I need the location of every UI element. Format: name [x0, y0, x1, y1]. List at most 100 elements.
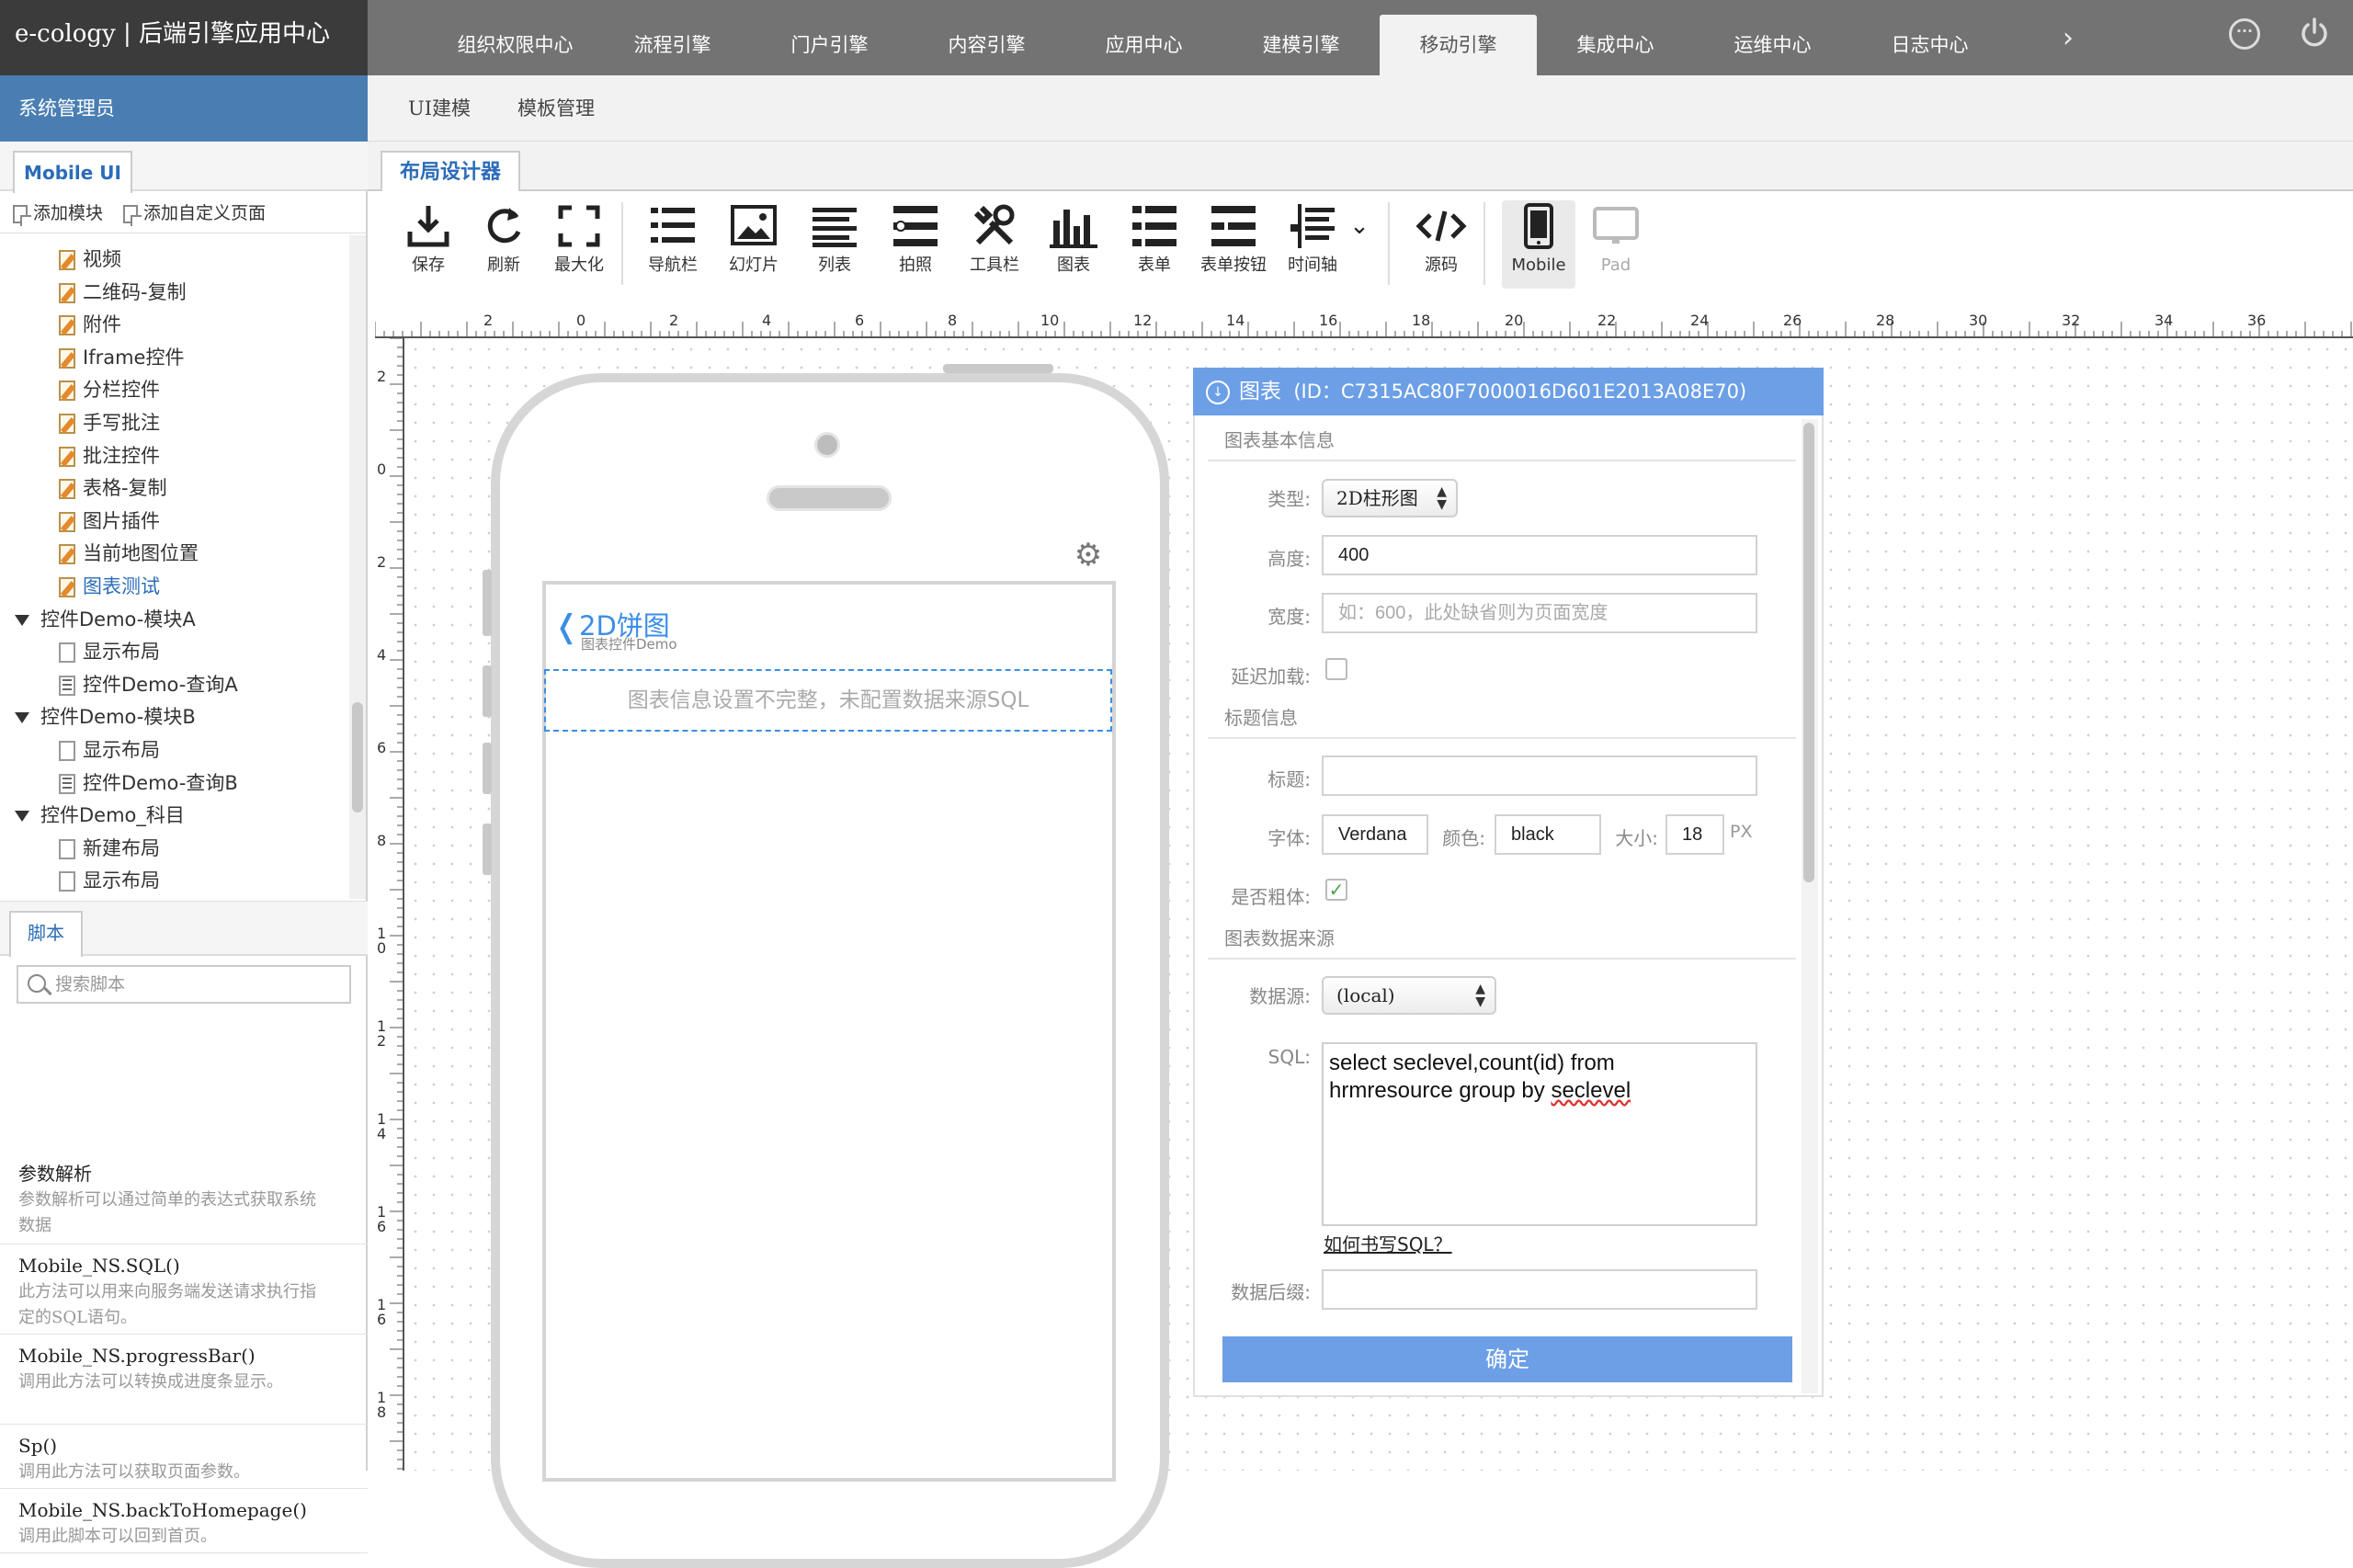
chart-placeholder-message[interactable]: 图表信息设置不完整，未配置数据来源SQL: [544, 669, 1112, 732]
script-item[interactable]: Mobile_NS.SQL() 此方法可以用来向服务端发送请求执行指 定的SQL语句…: [0, 1244, 368, 1335]
height-input[interactable]: 400: [1322, 535, 1757, 575]
expand-arrow-icon[interactable]: [15, 614, 29, 626]
tool-button[interactable]: 工具栏: [958, 200, 1031, 289]
script-tabstrip: 脚本: [0, 901, 368, 957]
panel-scroll-thumb[interactable]: [1803, 423, 1814, 882]
script-item[interactable]: 参数解析 参数解析可以通过简单的表达式获取系统 数据: [0, 1153, 368, 1244]
tool-button[interactable]: 表单: [1118, 200, 1191, 289]
add-custom-page-button[interactable]: 添加自定义页面: [123, 193, 266, 233]
tree-item[interactable]: 控件Demo_科目: [15, 799, 185, 832]
tool-button[interactable]: 源码: [1404, 200, 1478, 289]
sql-text: hrmresource group by: [1329, 1078, 1552, 1103]
label-size: 大小:: [1615, 827, 1658, 849]
expand-arrow-icon[interactable]: [15, 712, 29, 724]
tree-item[interactable]: 显示布局: [59, 635, 160, 668]
confirm-button[interactable]: 确定: [1222, 1336, 1792, 1382]
more-dots-icon[interactable]: ···: [2229, 18, 2260, 50]
title-input[interactable]: [1322, 756, 1757, 796]
gear-icon[interactable]: ⚙: [1072, 539, 1105, 572]
label-suffix: 数据后缀:: [1231, 1281, 1311, 1303]
subnav-template-manage[interactable]: 模板管理: [517, 75, 595, 142]
add-module-button[interactable]: 添加模块: [13, 193, 103, 233]
script-search-input[interactable]: 搜索脚本: [17, 965, 351, 1004]
camera-icon: [879, 200, 952, 252]
tool-label: 最大化: [554, 256, 604, 275]
expand-arrow-icon[interactable]: [15, 811, 29, 823]
script-item[interactable]: Mobile_NS.backToHomepage() 调用此脚本可以回到首页。: [0, 1489, 368, 1553]
power-icon[interactable]: [2298, 17, 2331, 50]
tree-item[interactable]: 显示布局: [59, 864, 160, 897]
label-bold: 是否粗体:: [1231, 886, 1311, 908]
tool-button[interactable]: 刷新: [467, 200, 540, 289]
chevron-right-icon[interactable]: ›: [2054, 20, 2082, 57]
tool-button[interactable]: Mobile: [1502, 200, 1575, 289]
tree-item[interactable]: 控件Demo-查询A: [59, 668, 238, 701]
tool-button[interactable]: 表单按钮: [1197, 200, 1270, 289]
tool-button[interactable]: 保存: [392, 200, 465, 289]
script-item[interactable]: Sp() 调用此方法可以获取页面参数。: [0, 1425, 368, 1489]
width-input[interactable]: 如：600，此处缺省则为页面宽度: [1322, 593, 1757, 633]
tool-button[interactable]: 最大化: [542, 200, 616, 289]
tree-scroll-thumb[interactable]: [352, 702, 363, 812]
nav-tab-content[interactable]: 内容引擎: [908, 0, 1065, 75]
nav-tab-modeling[interactable]: 建模引擎: [1222, 0, 1380, 75]
tree-item[interactable]: 二维码-复制: [59, 276, 187, 309]
tool-button[interactable]: 图表: [1037, 200, 1110, 289]
tree-item[interactable]: Iframe控件: [59, 341, 184, 374]
size-input[interactable]: 18: [1665, 814, 1724, 855]
tool-button[interactable]: Pad: [1579, 200, 1653, 289]
label-lazy-load: 延迟加载:: [1231, 665, 1311, 687]
tool-button[interactable]: 拍照: [879, 200, 952, 289]
tool-button[interactable]: 导航栏: [636, 200, 710, 289]
tool-button[interactable]: 时间轴: [1276, 200, 1349, 289]
subnav-ui-modeling[interactable]: UI建模: [408, 75, 471, 142]
sql-help-link[interactable]: 如何书写SQL？: [1324, 1230, 1452, 1256]
nav-tab-logs[interactable]: 日志中心: [1851, 0, 2008, 75]
tree-item[interactable]: 控件Demo-模块B: [15, 700, 196, 733]
tab-scripts[interactable]: 脚本: [9, 911, 83, 957]
label-font: 字体:: [1267, 827, 1311, 849]
nav-tab-mobile[interactable]: 移动引擎: [1380, 15, 1537, 75]
tree-item[interactable]: 当前地图位置: [59, 537, 199, 570]
chevron-down-icon[interactable]: ⌄: [1346, 200, 1373, 289]
tab-mobile-ui[interactable]: Mobile UI: [13, 151, 132, 193]
tree-item[interactable]: 控件Demo-模块A: [15, 603, 196, 636]
sql-textarea[interactable]: select seclevel,count(id) from hrmresour…: [1322, 1042, 1757, 1226]
tree-item[interactable]: 图片插件: [59, 505, 160, 538]
back-icon[interactable]: ❬: [553, 608, 580, 645]
tree-item[interactable]: 图表测试: [59, 570, 160, 603]
suffix-input[interactable]: [1322, 1269, 1757, 1310]
nav-tab-ops[interactable]: 运维中心: [1694, 0, 1851, 75]
tool-button[interactable]: 列表: [798, 200, 871, 289]
maximize-icon: [542, 200, 616, 252]
tree-item[interactable]: 附件: [59, 308, 121, 341]
ruler-label: 12: [1133, 312, 1153, 329]
phone-speaker: [767, 485, 892, 511]
tree-item[interactable]: 视频: [59, 243, 121, 276]
script-item[interactable]: Mobile_NS.progressBar() 调用此方法可以转换成进度条显示。: [0, 1335, 368, 1425]
tree-item[interactable]: 控件Demo-查询B: [59, 767, 238, 800]
script-desc: 此方法可以用来向服务端发送请求执行指: [18, 1282, 316, 1301]
tree-item[interactable]: 表格-复制: [59, 472, 167, 505]
tree-item[interactable]: 新建布局: [59, 832, 160, 865]
nav-tab-integration[interactable]: 集成中心: [1537, 0, 1694, 75]
nav-tab-portal[interactable]: 门户引擎: [751, 0, 908, 75]
tool-button[interactable]: 幻灯片: [717, 200, 790, 289]
ruler-label: 36: [2247, 312, 2267, 329]
datasource-select[interactable]: (local) ▲ ▼: [1322, 976, 1496, 1015]
tree-item-label: 控件Demo-模块B: [40, 706, 196, 729]
tree-item[interactable]: 手写批注: [59, 406, 160, 439]
tab-layout-designer[interactable]: 布局设计器: [381, 151, 520, 193]
tree-item-label: 控件Demo-查询B: [83, 771, 238, 794]
nav-tab-workflow[interactable]: 流程引擎: [594, 0, 751, 75]
collapse-icon[interactable]: ↓: [1206, 381, 1230, 404]
tree-item[interactable]: 批注控件: [59, 439, 160, 472]
lazy-load-checkbox[interactable]: [1325, 658, 1347, 680]
tree-item[interactable]: 分栏控件: [59, 373, 160, 406]
nav-tab-org[interactable]: 组织权限中心: [437, 0, 594, 75]
type-select[interactable]: 2D柱形图 ▲ ▼: [1322, 479, 1458, 517]
tree-item-label: 分栏控件: [83, 379, 160, 402]
tree-item[interactable]: 显示布局: [59, 733, 160, 767]
bold-checkbox[interactable]: ✓: [1325, 879, 1347, 901]
nav-tab-app-center[interactable]: 应用中心: [1065, 0, 1222, 75]
